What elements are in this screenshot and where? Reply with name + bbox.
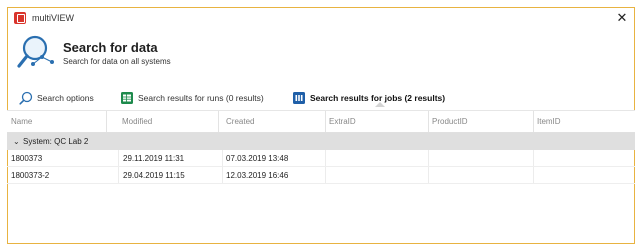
cell-created: 07.03.2019 13:48 xyxy=(226,154,289,163)
cell-divider xyxy=(222,150,223,166)
cell-divider xyxy=(118,167,119,183)
active-tab-indicator xyxy=(375,102,385,107)
cell-divider xyxy=(325,167,326,183)
close-button[interactable]: ✕ xyxy=(614,10,630,26)
column-header-name[interactable]: Name xyxy=(7,111,106,132)
tab-jobs-results[interactable]: Search results for jobs (2 results) xyxy=(292,88,445,108)
column-divider[interactable] xyxy=(106,111,107,132)
search-icon xyxy=(19,91,33,105)
column-header-modified[interactable]: Modified xyxy=(118,111,218,132)
group-label: System: QC Lab 2 xyxy=(23,137,89,146)
cell-divider xyxy=(428,150,429,166)
cell-created: 12.03.2019 16:46 xyxy=(226,171,289,180)
cell-name: 1800373 xyxy=(11,154,43,163)
tab-search-options-label: Search options xyxy=(37,93,94,103)
tab-bar: Search options Search results for runs (… xyxy=(8,88,634,110)
results-table: Name Modified Created ExtraID ProductID … xyxy=(7,110,635,244)
cell-modified: 29.11.2019 11:31 xyxy=(123,154,185,163)
table-header: Name Modified Created ExtraID ProductID … xyxy=(7,111,635,133)
app-logo-icon xyxy=(14,12,26,24)
spreadsheet-icon xyxy=(121,92,133,104)
cell-name: 1800373-2 xyxy=(11,171,50,180)
table-row[interactable]: 1800373 29.11.2019 11:31 07.03.2019 13:4… xyxy=(7,150,635,167)
table-row[interactable]: 1800373-2 29.04.2019 11:15 12.03.2019 16… xyxy=(7,167,635,184)
page-header: Search for data Search for data on all s… xyxy=(8,30,634,82)
cell-divider xyxy=(533,167,534,183)
cell-divider xyxy=(428,167,429,183)
cell-divider xyxy=(325,150,326,166)
column-header-itemid[interactable]: ItemID xyxy=(533,111,633,132)
search-magnifier-icon xyxy=(17,35,54,68)
jobs-icon xyxy=(293,92,305,104)
page-title: Search for data xyxy=(63,40,158,55)
cell-divider xyxy=(118,150,119,166)
tab-search-options[interactable]: Search options xyxy=(19,88,94,108)
page-subtitle: Search for data on all systems xyxy=(63,57,171,66)
cell-modified: 29.04.2019 11:15 xyxy=(123,171,185,180)
tab-runs-results-label: Search results for runs (0 results) xyxy=(138,93,264,103)
cell-divider xyxy=(222,167,223,183)
app-title: multiVIEW xyxy=(32,13,75,23)
column-header-productid[interactable]: ProductID xyxy=(428,111,531,132)
group-row-qc-lab-2[interactable]: ⌄ System: QC Lab 2 xyxy=(7,133,635,150)
tab-runs-results[interactable]: Search results for runs (0 results) xyxy=(120,88,264,108)
column-header-extraid[interactable]: ExtraID xyxy=(325,111,428,132)
column-divider[interactable] xyxy=(218,111,219,132)
chevron-down-icon[interactable]: ⌄ xyxy=(13,137,20,146)
title-bar[interactable]: multiVIEW ✕ xyxy=(8,8,634,30)
column-header-created[interactable]: Created xyxy=(222,111,325,132)
cell-divider xyxy=(533,150,534,166)
